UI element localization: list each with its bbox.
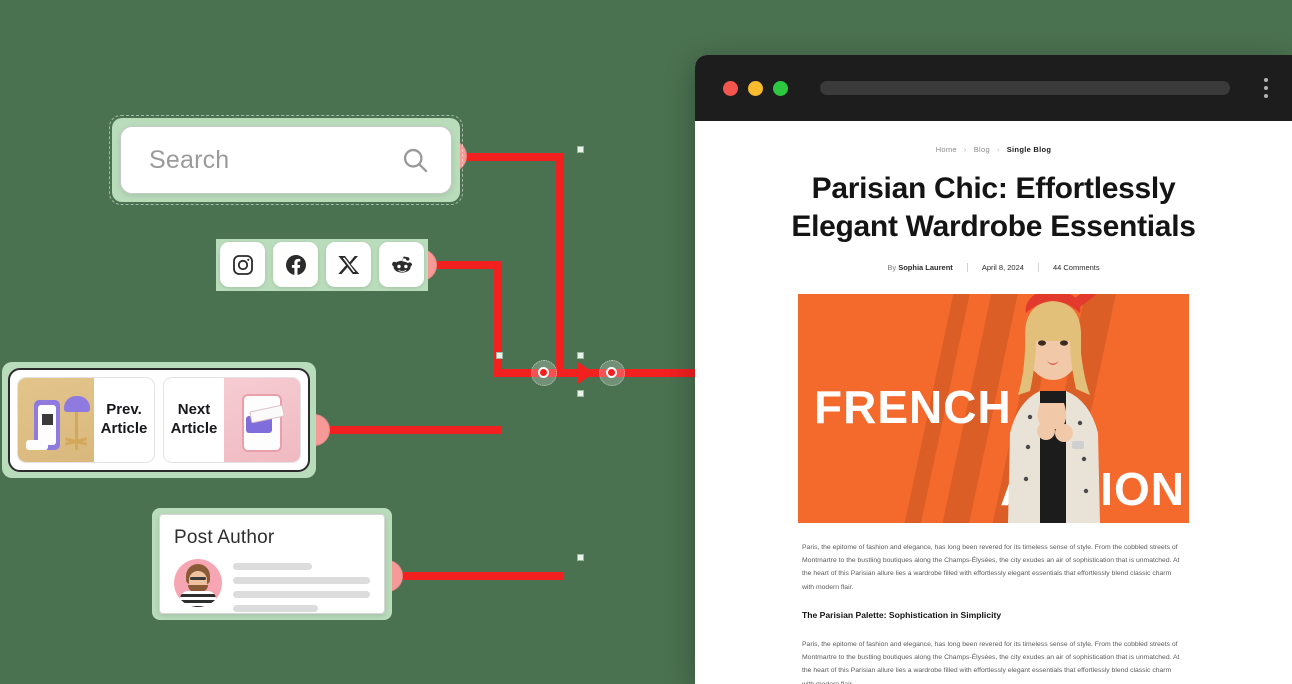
search-icon bbox=[403, 148, 428, 173]
facebook-button[interactable] bbox=[273, 242, 318, 287]
next-article-thumbnail bbox=[224, 378, 300, 462]
post-author-body bbox=[174, 559, 370, 619]
social-cell-x[interactable] bbox=[322, 239, 375, 291]
next-line-2: Article bbox=[170, 420, 218, 437]
selection-handle[interactable] bbox=[577, 390, 584, 397]
instagram-icon bbox=[232, 254, 253, 275]
article-page: Home › Blog › Single Blog Parisian Chic:… bbox=[695, 121, 1292, 684]
breadcrumb: Home › Blog › Single Blog bbox=[767, 145, 1220, 154]
reddit-icon bbox=[391, 256, 412, 273]
breadcrumb-separator: › bbox=[963, 145, 967, 154]
page-title: Parisian Chic: Effortlessly Elegant Ward… bbox=[791, 172, 1196, 244]
wire-trunk bbox=[494, 369, 700, 377]
next-article-item[interactable]: Next Article bbox=[163, 377, 301, 463]
author-name[interactable]: Sophia Laurent bbox=[898, 263, 953, 272]
social-cell-instagram[interactable] bbox=[216, 239, 269, 291]
search-placeholder: Search bbox=[149, 145, 230, 174]
merge-node-1[interactable] bbox=[538, 367, 549, 378]
avatar bbox=[174, 559, 222, 607]
placeholder-line bbox=[233, 591, 370, 598]
prev-line-1: Prev. bbox=[106, 401, 142, 419]
x-twitter-icon bbox=[337, 255, 359, 274]
selection-handle[interactable] bbox=[577, 352, 584, 359]
browser-window: Home › Blog › Single Blog Parisian Chic:… bbox=[695, 55, 1292, 684]
breadcrumb-item-blog[interactable]: Blog bbox=[974, 145, 990, 154]
post-author-title: Post Author bbox=[174, 527, 275, 548]
article-comments[interactable]: 44 Comments bbox=[1053, 263, 1100, 272]
prev-article-thumbnail bbox=[18, 378, 94, 462]
prev-article-item[interactable]: Prev. Article bbox=[17, 377, 155, 463]
selection-handle[interactable] bbox=[496, 352, 503, 359]
article-paragraph-2: Paris, the epitome of fashion and elegan… bbox=[802, 640, 1180, 684]
meta-divider bbox=[1037, 262, 1039, 272]
wire-search-v bbox=[556, 153, 564, 373]
prev-article-label: Prev. Article bbox=[94, 401, 154, 439]
wire-arrowhead bbox=[578, 362, 594, 384]
article-subheading-1: The Parisian Palette: Sophistication in … bbox=[802, 609, 1002, 620]
reddit-button[interactable] bbox=[379, 242, 424, 287]
next-article-label: Next Article bbox=[164, 401, 224, 439]
wire-social-h bbox=[430, 261, 502, 269]
merge-node-halo-1 bbox=[531, 360, 557, 386]
browser-titlebar bbox=[695, 55, 1292, 121]
article-author: By Sophia Laurent bbox=[887, 263, 952, 272]
meta-divider bbox=[966, 262, 968, 272]
article-paragraph-1: Paris, the epitome of fashion and elegan… bbox=[802, 543, 1180, 591]
canvas: Search Prev. Article Next Article Post A… bbox=[0, 0, 1292, 684]
search-widget-node[interactable]: Search bbox=[109, 115, 463, 205]
merge-node-2[interactable] bbox=[606, 367, 617, 378]
placeholder-line bbox=[233, 577, 370, 584]
close-traffic-light[interactable] bbox=[723, 80, 738, 96]
minimize-traffic-light[interactable] bbox=[748, 80, 763, 96]
social-cell-facebook[interactable] bbox=[269, 239, 322, 291]
article-meta: By Sophia Laurent April 8, 2024 44 Comme… bbox=[767, 262, 1220, 272]
wire-prevnext-h bbox=[324, 426, 502, 434]
prev-line-2: Article bbox=[100, 420, 148, 437]
selection-handle[interactable] bbox=[577, 146, 584, 153]
breadcrumb-item-current: Single Blog bbox=[1006, 145, 1052, 154]
prev-next-card: Prev. Article Next Article bbox=[8, 368, 310, 472]
selection-handle[interactable] bbox=[577, 554, 584, 561]
breadcrumb-separator: › bbox=[996, 145, 1000, 154]
fashion-model-photo bbox=[1008, 293, 1100, 523]
instagram-button[interactable] bbox=[220, 242, 265, 287]
facebook-icon bbox=[285, 254, 306, 275]
wire-author-h bbox=[392, 572, 564, 580]
wire-social-v bbox=[494, 261, 502, 373]
next-line-1: Next bbox=[177, 401, 211, 419]
by-prefix: By bbox=[887, 262, 897, 272]
wire-search-h bbox=[464, 153, 564, 161]
wire-trunk-j bbox=[556, 369, 564, 373]
kebab-menu-icon[interactable] bbox=[1254, 78, 1278, 98]
prev-next-node[interactable]: Prev. Article Next Article bbox=[2, 362, 316, 478]
article-date: April 8, 2024 bbox=[981, 262, 1024, 272]
post-author-card: Post Author bbox=[159, 514, 385, 614]
placeholder-line bbox=[233, 605, 318, 612]
post-author-node[interactable]: Post Author bbox=[152, 508, 392, 620]
post-author-placeholder-lines bbox=[233, 559, 370, 619]
merge-node-halo-2 bbox=[599, 360, 625, 386]
x-button[interactable] bbox=[326, 242, 371, 287]
address-bar[interactable] bbox=[820, 81, 1230, 95]
placeholder-line bbox=[233, 563, 313, 570]
hero-banner: FRENCH ASHION bbox=[798, 293, 1189, 523]
social-share-node[interactable] bbox=[216, 239, 428, 291]
breadcrumb-item-home[interactable]: Home bbox=[936, 145, 957, 154]
search-input[interactable]: Search bbox=[120, 126, 452, 194]
maximize-traffic-light[interactable] bbox=[773, 80, 788, 96]
social-cell-reddit[interactable] bbox=[375, 239, 428, 291]
